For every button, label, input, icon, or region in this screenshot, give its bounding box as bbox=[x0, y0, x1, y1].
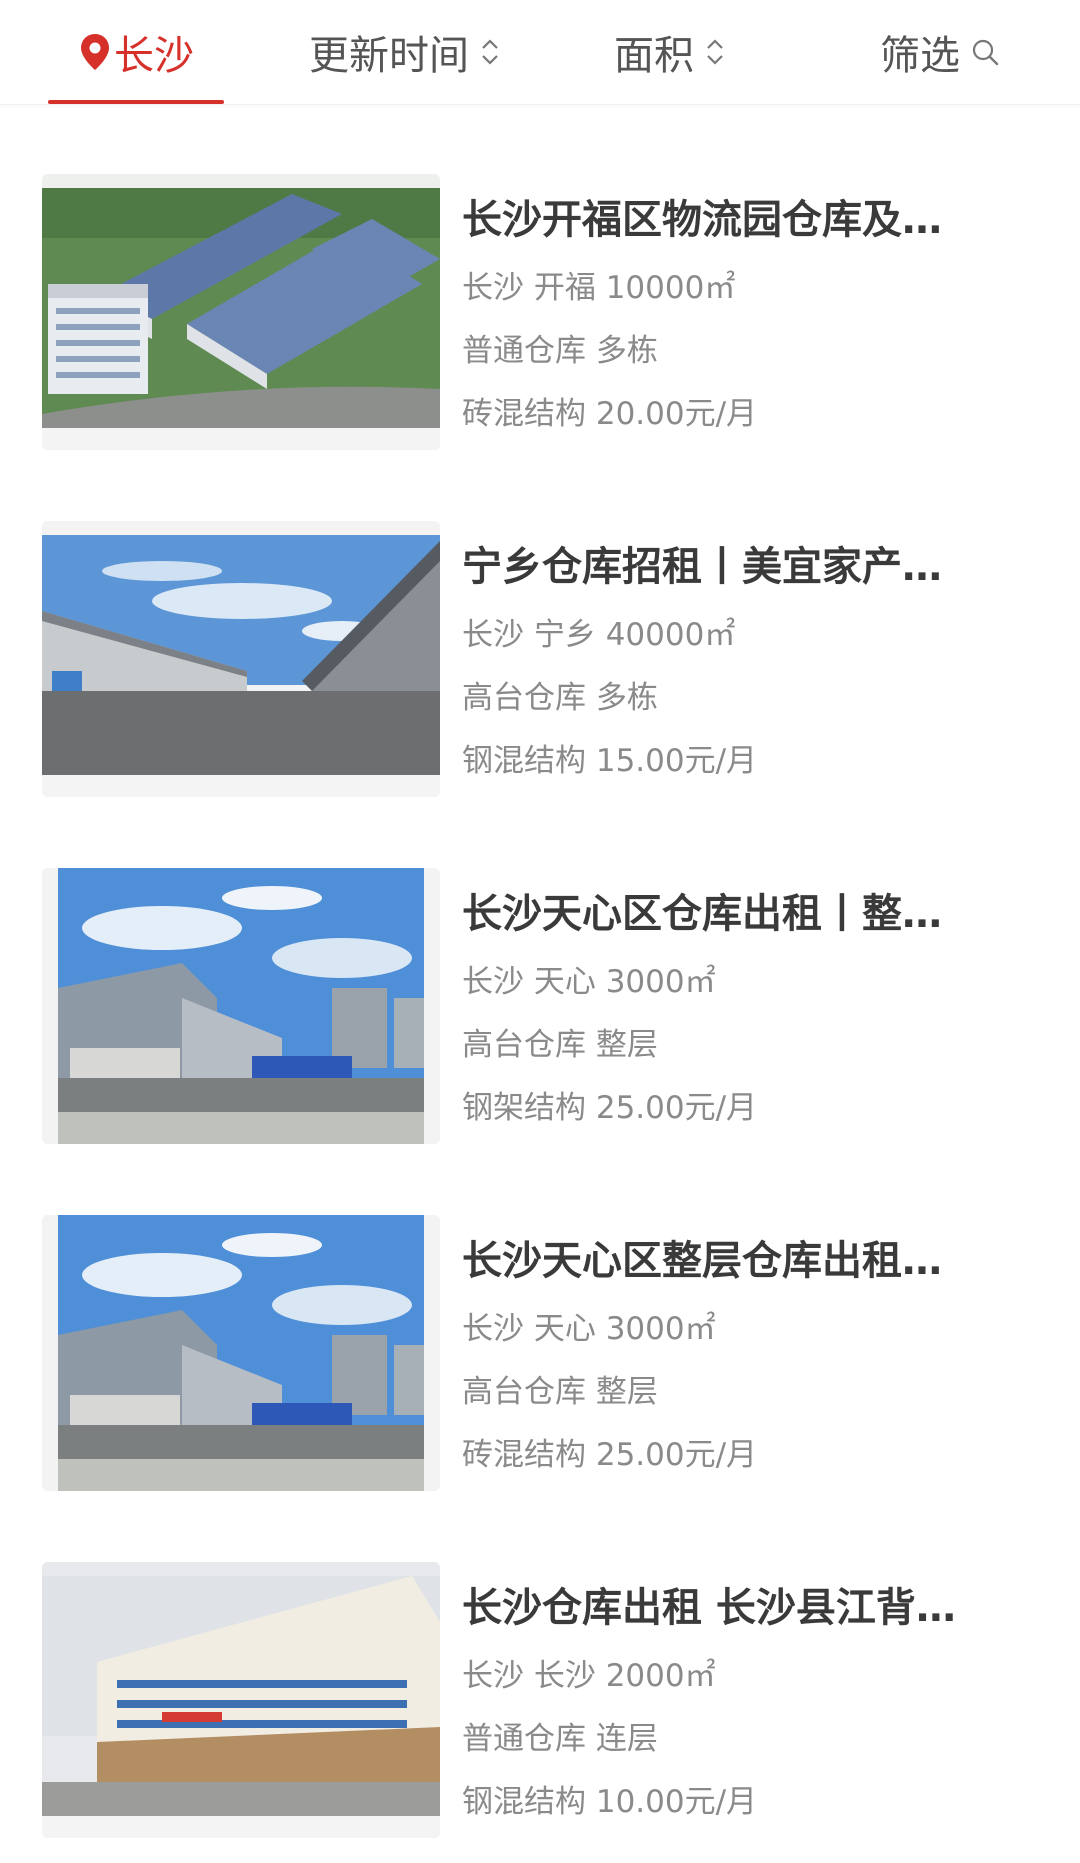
sort-by-area-tab[interactable]: 面积 bbox=[600, 0, 740, 104]
listing-card[interactable]: 宁乡仓库招租丨美宜家产… 长沙 宁乡 40000㎡ 高台仓库 多栋 钢混结构 1… bbox=[42, 521, 1042, 797]
filter-label: 筛选 bbox=[880, 33, 960, 79]
listing-warehouse-type: 普通仓库 多栋 bbox=[462, 333, 658, 369]
listing-thumbnail bbox=[42, 1562, 440, 1838]
listing-title: 长沙仓库出租 长沙县江背… bbox=[462, 1585, 956, 1631]
city-label: 长沙 bbox=[114, 33, 194, 79]
listing-location-area: 长沙 开福 10000㎡ bbox=[462, 270, 736, 306]
listing-thumbnail bbox=[42, 174, 440, 450]
search-icon bbox=[972, 39, 999, 66]
listing-title: 长沙开福区物流园仓库及… bbox=[462, 197, 942, 243]
sort-by-update-time-tab[interactable]: 更新时间 bbox=[290, 0, 520, 104]
area-label: 面积 bbox=[614, 33, 694, 79]
listing-structure-price: 砖混结构 25.00元/月 bbox=[462, 1437, 758, 1473]
listing-structure-price: 钢混结构 15.00元/月 bbox=[462, 743, 758, 779]
filter-tab[interactable]: 筛选 bbox=[870, 0, 1010, 104]
listing-thumbnail bbox=[42, 521, 440, 797]
listing-title: 长沙天心区仓库出租丨整… bbox=[462, 891, 942, 937]
filter-bar: 长沙 更新时间 面积 筛选 bbox=[0, 0, 1080, 105]
listing-structure-price: 砖混结构 20.00元/月 bbox=[462, 396, 758, 432]
listing-warehouse-type: 高台仓库 整层 bbox=[462, 1027, 658, 1063]
listing-location-area: 长沙 长沙 2000㎡ bbox=[462, 1658, 716, 1694]
listing-card[interactable]: 长沙开福区物流园仓库及… 长沙 开福 10000㎡ 普通仓库 多栋 砖混结构 2… bbox=[42, 174, 1042, 450]
listing-card[interactable]: 长沙仓库出租 长沙县江背… 长沙 长沙 2000㎡ 普通仓库 连层 钢混结构 1… bbox=[42, 1562, 1042, 1838]
listing-card[interactable]: 长沙天心区整层仓库出租… 长沙 天心 3000㎡ 高台仓库 整层 砖混结构 25… bbox=[42, 1215, 1042, 1491]
update-time-label: 更新时间 bbox=[309, 33, 469, 79]
location-pin-icon bbox=[81, 34, 109, 70]
listing-location-area: 长沙 天心 3000㎡ bbox=[462, 1311, 716, 1347]
listing-thumbnail bbox=[42, 1215, 440, 1491]
listing-warehouse-type: 高台仓库 多栋 bbox=[462, 680, 658, 716]
listing-warehouse-type: 普通仓库 连层 bbox=[462, 1721, 658, 1757]
listing-warehouse-type: 高台仓库 整层 bbox=[462, 1374, 658, 1410]
listing-card[interactable]: 长沙天心区仓库出租丨整… 长沙 天心 3000㎡ 高台仓库 整层 钢架结构 25… bbox=[42, 868, 1042, 1144]
listing-location-area: 长沙 宁乡 40000㎡ bbox=[462, 617, 736, 653]
listing-location-area: 长沙 天心 3000㎡ bbox=[462, 964, 716, 1000]
listing-title: 长沙天心区整层仓库出租… bbox=[462, 1238, 942, 1284]
listing-structure-price: 钢混结构 10.00元/月 bbox=[462, 1784, 758, 1820]
active-tab-underline bbox=[48, 100, 224, 104]
listing-structure-price: 钢架结构 25.00元/月 bbox=[462, 1090, 758, 1126]
listing-thumbnail bbox=[42, 868, 440, 1144]
listing-title: 宁乡仓库招租丨美宜家产… bbox=[462, 544, 942, 590]
sort-updown-icon bbox=[482, 39, 498, 65]
sort-updown-icon bbox=[707, 39, 723, 65]
city-tab[interactable]: 长沙 bbox=[48, 0, 224, 104]
